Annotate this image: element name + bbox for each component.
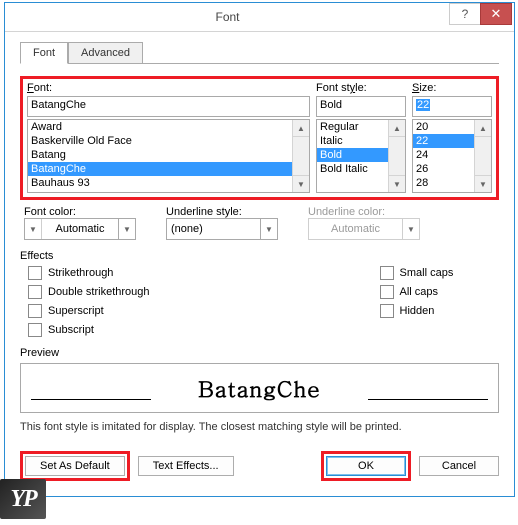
default-button[interactable]: Set As Default <box>25 456 125 476</box>
preview-text: BatangChe <box>198 373 321 404</box>
tab-font[interactable]: Font <box>20 42 68 64</box>
list-item[interactable]: BatangChe <box>28 162 309 176</box>
size-label: Size: <box>412 82 492 94</box>
list-item[interactable]: Batang <box>28 148 309 162</box>
button-row: Set As Default Text Effects... OK Cancel <box>20 451 499 481</box>
scroll-up-icon[interactable]: ▲ <box>293 120 309 137</box>
scroll-down-icon[interactable]: ▼ <box>389 175 405 192</box>
font-label: Font: <box>27 82 310 94</box>
default-button-highlight: Set As Default <box>20 451 130 481</box>
subscript-checkbox[interactable]: Subscript <box>28 323 150 337</box>
double-strikethrough-checkbox[interactable]: Double strikethrough <box>28 285 150 299</box>
font-listbox[interactable]: Award Baskerville Old Face Batang Batang… <box>27 119 310 193</box>
tabstrip: Font Advanced <box>20 42 499 64</box>
title-buttons: ? ✕ <box>450 3 512 25</box>
font-style-listbox[interactable]: Regular Italic Bold Bold Italic ▲ ▼ <box>316 119 406 193</box>
underline-color-dropdown: Automatic ▼ <box>308 218 420 240</box>
underline-style-dropdown[interactable]: (none) ▼ <box>166 218 278 240</box>
font-dialog: Font ? ✕ Font Advanced Font: BatangChe A… <box>4 2 515 497</box>
scroll-up-icon[interactable]: ▲ <box>389 120 405 137</box>
all-caps-checkbox[interactable]: All caps <box>380 285 454 299</box>
text-effects-button[interactable]: Text Effects... <box>138 456 234 476</box>
scrollbar[interactable]: ▲ ▼ <box>474 120 491 192</box>
list-item[interactable]: Bauhaus 93 <box>28 176 309 190</box>
list-item[interactable]: Award <box>28 120 309 134</box>
underline-color-label: Underline color: <box>308 206 420 218</box>
strikethrough-checkbox[interactable]: Strikethrough <box>28 266 150 280</box>
titlebar: Font ? ✕ <box>5 3 514 32</box>
close-button[interactable]: ✕ <box>480 3 512 25</box>
watermark-logo: YP <box>0 479 46 519</box>
ok-button-highlight: OK <box>321 451 411 481</box>
font-selection-highlight: Font: BatangChe Award Baskerville Old Fa… <box>20 76 499 200</box>
tab-advanced[interactable]: Advanced <box>68 42 143 64</box>
small-caps-checkbox[interactable]: Small caps <box>380 266 454 280</box>
chevron-down-icon[interactable]: ▼ <box>260 219 277 239</box>
size-listbox[interactable]: 20 22 24 26 28 ▲ ▼ <box>412 119 492 193</box>
chevron-down-icon: ▼ <box>25 219 42 239</box>
preview-box: BatangChe <box>20 363 499 413</box>
scroll-down-icon[interactable]: ▼ <box>293 175 309 192</box>
effects-label: Effects <box>20 250 499 262</box>
scroll-up-icon[interactable]: ▲ <box>475 120 491 137</box>
font-style-input[interactable]: Bold <box>316 96 406 117</box>
font-color-dropdown[interactable]: ▼ Automatic ▼ <box>24 218 136 240</box>
hidden-checkbox[interactable]: Hidden <box>380 304 454 318</box>
font-color-label: Font color: <box>24 206 136 218</box>
font-input[interactable]: BatangChe <box>27 96 310 117</box>
title-text: Font <box>5 10 450 24</box>
effects-group: Strikethrough Double strikethrough Super… <box>20 266 499 337</box>
underline-style-label: Underline style: <box>166 206 278 218</box>
scrollbar[interactable]: ▲ ▼ <box>388 120 405 192</box>
chevron-down-icon[interactable]: ▼ <box>118 219 135 239</box>
scrollbar[interactable]: ▲ ▼ <box>292 120 309 192</box>
help-button[interactable]: ? <box>449 3 481 25</box>
scroll-down-icon[interactable]: ▼ <box>475 175 491 192</box>
chevron-down-icon: ▼ <box>402 219 419 239</box>
preview-note: This font style is imitated for display.… <box>20 421 499 433</box>
preview-label: Preview <box>20 347 499 359</box>
font-style-label: Font style: <box>316 82 406 94</box>
cancel-button[interactable]: Cancel <box>419 456 499 476</box>
list-item[interactable]: Baskerville Old Face <box>28 134 309 148</box>
size-input[interactable]: 22 <box>412 96 492 117</box>
ok-button[interactable]: OK <box>326 456 406 476</box>
superscript-checkbox[interactable]: Superscript <box>28 304 150 318</box>
content: Font Advanced Font: BatangChe Award Bask… <box>5 32 514 496</box>
